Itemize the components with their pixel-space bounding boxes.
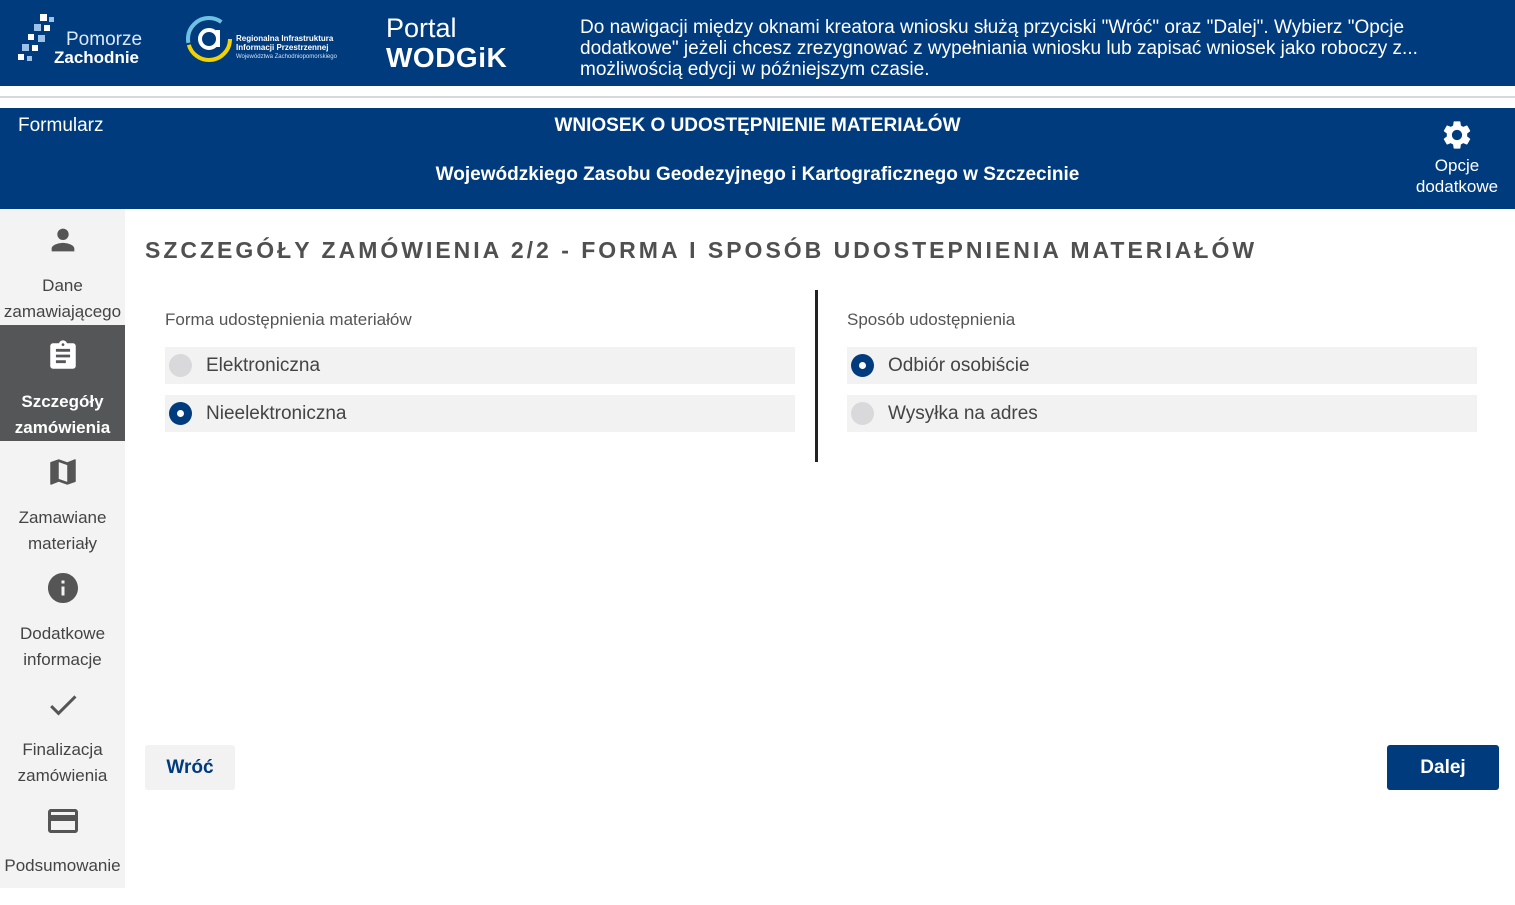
sidebar-item-dane-zamawiajacego[interactable]: Dane zamawiającego xyxy=(0,209,125,325)
radio-option-nieelektroniczna[interactable]: Nieelektroniczna xyxy=(165,395,795,432)
sidebar-item-szczegoly-zamowienia[interactable]: Szczegóły zamówienia xyxy=(0,325,125,441)
logo-text-zachodnie: Zachodnie xyxy=(54,48,140,67)
sidebar-item-label: Podsumowanie xyxy=(4,856,121,875)
form-header: Formularz WNIOSEK O UDOSTĘPNIENIE MATERI… xyxy=(0,108,1515,209)
radio-option-elektroniczna[interactable]: Elektroniczna xyxy=(165,347,795,384)
radio-unselected[interactable] xyxy=(169,354,192,377)
radio-label: Wysyłka na adres xyxy=(888,402,1038,424)
form-group-sposob: Sposób udostępnienia Odbiór osobiście Wy… xyxy=(847,290,1477,443)
form-group-label: Forma udostępnienia materiałów xyxy=(165,310,412,329)
back-button[interactable]: Wróć xyxy=(145,745,235,790)
map-icon xyxy=(49,459,76,485)
sidebar-item-label: Dane zamawiającego xyxy=(3,276,122,321)
pomorze-zachodnie-logo[interactable]: Pomorze Zachodnie xyxy=(16,12,146,68)
clipboard-icon xyxy=(49,340,76,369)
options-label-line2: dodatkowe xyxy=(1415,177,1499,196)
sidebar-item-label: Dodatkowe informacje xyxy=(19,624,106,669)
gear-icon xyxy=(1443,121,1471,149)
sidebar-item-label: Finalizacja zamówienia xyxy=(17,740,108,785)
additional-options-button[interactable]: Opcje dodatkowe xyxy=(1406,118,1508,197)
sidebar-item-label: Szczegóły zamówienia xyxy=(14,392,111,437)
navigation-help-text: Do nawigacji między oknami kreatora wnio… xyxy=(580,17,1418,80)
step-sidebar: Dane zamawiającego Szczegóły zamówienia Za… xyxy=(0,209,125,888)
form-group-forma: Forma udostępnienia materiałów Elektroni… xyxy=(165,290,795,443)
riip-at-icon xyxy=(186,16,232,62)
riip-logo[interactable]: Regionalna Infrastruktura Informacji Prze… xyxy=(184,14,344,70)
top-banner: Pomorze Zachodnie Regionalna Infrastrukt… xyxy=(0,0,1515,86)
divider xyxy=(0,96,1515,98)
riip-text-line3: Województwa Zachodniopomorskiego xyxy=(236,54,337,60)
info-icon xyxy=(47,573,78,603)
person-icon xyxy=(51,228,74,252)
radio-label: Odbiór osobiście xyxy=(888,354,1030,376)
portal-wodgik-logo[interactable]: Portal WODGiK xyxy=(386,13,507,73)
sidebar-item-finalizacja-zamowienia[interactable]: Finalizacja zamówienia xyxy=(0,673,125,789)
radio-label: Nieelektroniczna xyxy=(206,402,347,424)
method-group-label: Sposób udostępnienia xyxy=(847,310,1016,329)
form-subtitle: Wojewódzkiego Zasobu Geodezyjnego i Kart… xyxy=(435,164,1080,185)
next-button[interactable]: Dalej xyxy=(1387,745,1499,790)
check-icon xyxy=(49,695,76,716)
riip-text-line1: Regionalna Infrastruktura Informacji Prze… xyxy=(236,34,334,52)
radio-label: Elektroniczna xyxy=(206,354,321,376)
sidebar-item-dodatkowe-informacje[interactable]: Dodatkowe informacje xyxy=(0,557,125,673)
radio-selected[interactable] xyxy=(851,354,874,377)
wodgik-text: WODGiK xyxy=(386,42,508,73)
page-title: SZCZEGÓŁY ZAMÓWIENIA 2/2 - FORMA I SPOSÓ… xyxy=(145,237,1258,263)
portal-text: Portal xyxy=(386,13,457,43)
radio-unselected[interactable] xyxy=(851,402,874,425)
radio-selected[interactable] xyxy=(169,402,192,425)
column-divider xyxy=(815,290,818,462)
form-title: WNIOSEK O UDOSTĘPNIENIE MATERIAŁÓW xyxy=(554,115,961,136)
sidebar-item-zamawiane-materialy[interactable]: Zamawiane materiały xyxy=(0,441,125,557)
options-label-line1: Opcje xyxy=(1434,156,1480,175)
radio-option-wysylka-na-adres[interactable]: Wysyłka na adres xyxy=(847,395,1477,432)
sidebar-item-label: Zamawiane materiały xyxy=(18,508,107,553)
radio-option-odbior-osobiscie[interactable]: Odbiór osobiście xyxy=(847,347,1477,384)
credit-card-icon xyxy=(47,809,78,833)
